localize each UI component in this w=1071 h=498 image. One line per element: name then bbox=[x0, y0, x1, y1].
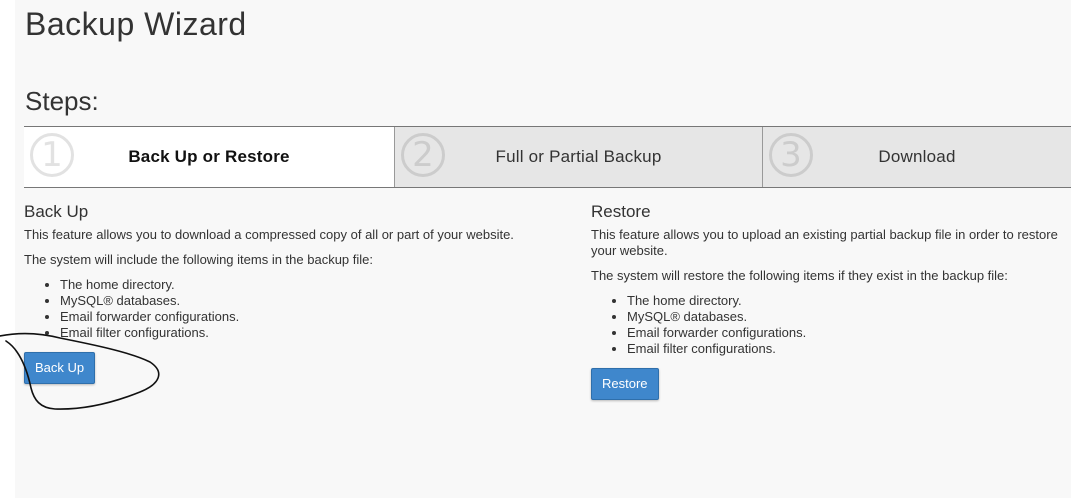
step-back-up-or-restore: 1 Back Up or Restore bbox=[24, 127, 394, 187]
step-label: Download bbox=[878, 147, 956, 166]
list-item: The home directory. bbox=[627, 293, 1071, 309]
backup-heading: Back Up bbox=[24, 202, 89, 221]
left-margin bbox=[0, 0, 15, 498]
step-download: 3 Download bbox=[762, 127, 1071, 187]
step-label: Back Up or Restore bbox=[128, 147, 290, 166]
backup-items-list: The home directory. MySQL® databases. Em… bbox=[24, 277, 569, 341]
restore-intro: The system will restore the following it… bbox=[591, 268, 1008, 283]
restore-section: Restore This feature allows you to uploa… bbox=[591, 202, 1071, 400]
list-item: MySQL® databases. bbox=[60, 293, 569, 309]
steps-heading: Steps: bbox=[25, 86, 99, 116]
backup-wizard-page: Backup Wizard Steps: 1 Back Up or Restor… bbox=[15, 0, 1071, 498]
backup-description: This feature allows you to download a co… bbox=[24, 227, 514, 242]
step-full-or-partial-backup: 2 Full or Partial Backup bbox=[394, 127, 762, 187]
restore-heading: Restore bbox=[591, 202, 651, 221]
wizard-stepper: 1 Back Up or Restore 2 Full or Partial B… bbox=[24, 126, 1071, 188]
backup-intro: The system will include the following it… bbox=[24, 252, 373, 267]
restore-items-list: The home directory. MySQL® databases. Em… bbox=[591, 293, 1071, 357]
list-item: Email forwarder configurations. bbox=[627, 325, 1071, 341]
list-item: The home directory. bbox=[60, 277, 569, 293]
list-item: Email filter configurations. bbox=[627, 341, 1071, 357]
page-title: Backup Wizard bbox=[25, 6, 247, 42]
restore-button[interactable]: Restore bbox=[591, 368, 659, 400]
list-item: MySQL® databases. bbox=[627, 309, 1071, 325]
backup-section: Back Up This feature allows you to downl… bbox=[24, 202, 569, 384]
list-item: Email filter configurations. bbox=[60, 325, 569, 341]
step-label: Full or Partial Backup bbox=[495, 147, 662, 166]
restore-description: This feature allows you to upload an exi… bbox=[591, 227, 1058, 258]
list-item: Email forwarder configurations. bbox=[60, 309, 569, 325]
back-up-button[interactable]: Back Up bbox=[24, 352, 96, 384]
